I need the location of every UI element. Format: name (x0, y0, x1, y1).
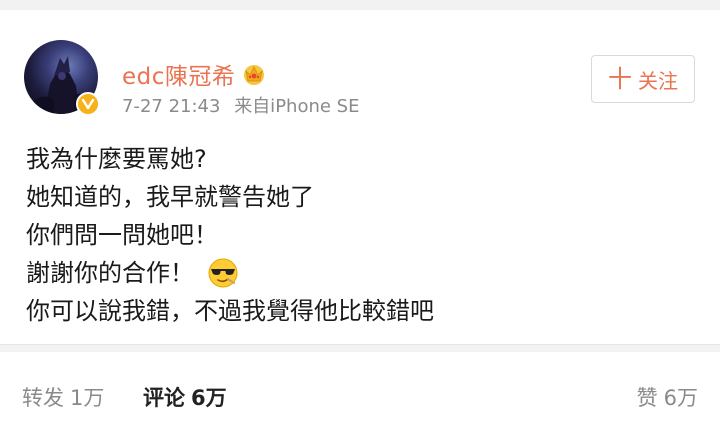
like-button[interactable]: 赞 6万 (637, 382, 698, 412)
top-divider (0, 0, 720, 10)
post-line: 你們問一問她吧！ (26, 216, 434, 254)
post-action-bar: 转发 1万 评论 6万 赞 6万 (0, 352, 720, 434)
weibo-post-page: edc陳冠希 7-27 21:43 来自iPhone SE 十 关注 我為什麼要… (0, 0, 720, 434)
post-line-text: 你們問一問她吧！ (26, 221, 218, 249)
post-meta: 7-27 21:43 来自iPhone SE (122, 92, 359, 118)
follow-label: 关注 (638, 68, 678, 93)
comment-count: 6万 (191, 386, 227, 410)
sunglasses-face-icon (206, 256, 240, 290)
post-line-text: 你可以說我錯，不過我覺得他比較錯吧 (26, 297, 434, 325)
post-timestamp: 7-27 21:43 (122, 96, 221, 117)
repost-button[interactable]: 转发 1万 (22, 382, 104, 412)
post-content: 我為什麼要罵她? 她知道的，我早就警告她了 你們問一問她吧！ 謝謝你的合作！ 你… (26, 140, 434, 330)
like-count: 6万 (663, 386, 698, 410)
post-line-text: 我為什麼要罵她? (26, 145, 207, 173)
repost-count: 1万 (70, 386, 105, 410)
author-avatar-container[interactable] (24, 40, 100, 116)
post-card: edc陳冠希 7-27 21:43 来自iPhone SE 十 关注 我為什麼要… (0, 10, 720, 345)
author-name[interactable]: edc陳冠希 (122, 57, 235, 91)
plus-icon: 十 (608, 65, 632, 93)
post-line: 你可以說我錯，不過我覺得他比較錯吧 (26, 292, 434, 330)
post-source: 来自iPhone SE (234, 96, 360, 117)
author-name-row: edc陳冠希 (122, 57, 267, 91)
comment-label: 评论 (143, 386, 185, 410)
verified-badge-icon (76, 92, 100, 116)
post-line-text: 謝謝你的合作！ (26, 259, 194, 287)
post-line: 我為什麼要罵她? (26, 140, 434, 178)
comment-button[interactable]: 评论 6万 (143, 382, 227, 412)
post-line-text: 她知道的，我早就警告她了 (26, 183, 314, 211)
post-line: 她知道的，我早就警告她了 (26, 178, 434, 216)
like-label: 赞 (636, 386, 658, 410)
follow-button[interactable]: 十 关注 (591, 55, 695, 103)
post-line: 謝謝你的合作！ (26, 254, 434, 292)
repost-label: 转发 (22, 386, 64, 410)
crown-icon[interactable] (241, 62, 267, 86)
